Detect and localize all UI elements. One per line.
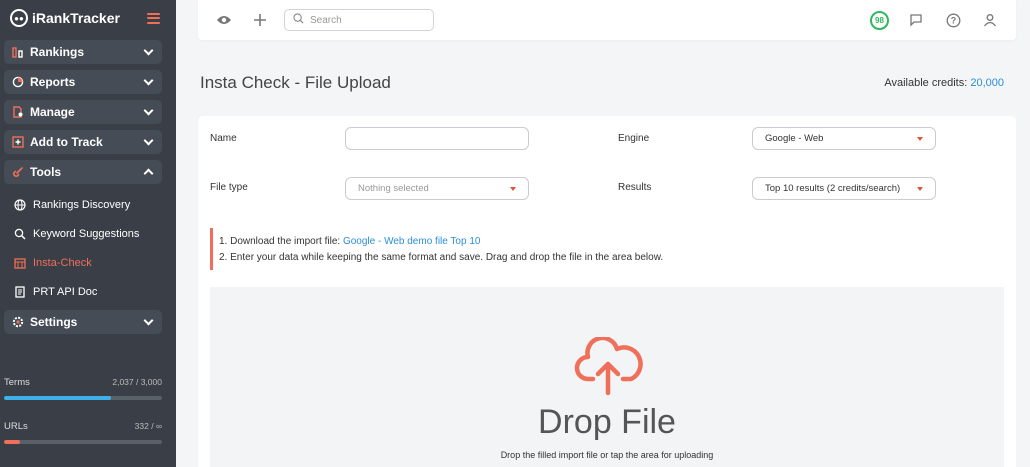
- cloud-upload-icon: [574, 337, 643, 396]
- wrench-icon: [12, 166, 24, 178]
- chevron-down-icon: [143, 75, 154, 85]
- sidebar-group-label: Manage: [30, 105, 75, 119]
- sidebar-header: ●● iRankTracker: [0, 0, 176, 36]
- engine-selected-value: Google - Web: [765, 133, 824, 144]
- urls-value: 332 / ∞: [134, 421, 162, 431]
- name-input[interactable]: [345, 127, 529, 150]
- svg-text:?: ?: [950, 15, 956, 25]
- sidebar-item-rankings-discovery[interactable]: Rankings Discovery: [0, 190, 176, 219]
- sidebar-group-reports[interactable]: Reports: [4, 70, 162, 94]
- dropzone-subtitle: Drop the filled import file or tap the a…: [500, 450, 714, 460]
- user-icon[interactable]: [980, 10, 1000, 30]
- results-selected-value: Top 10 results (2 credits/search): [765, 183, 901, 194]
- caret-down-icon: [917, 186, 923, 191]
- brand-name: RankTracker: [35, 10, 120, 26]
- top-bar: 98 ?: [198, 0, 1016, 40]
- api-doc-icon: [14, 285, 26, 298]
- chevron-down-icon: [143, 135, 154, 145]
- search-icon: [293, 13, 304, 27]
- urls-usage: URLs 332 / ∞: [4, 421, 162, 444]
- sidebar-group-label: Add to Track: [30, 135, 103, 149]
- plus-icon[interactable]: [250, 10, 270, 30]
- search-box[interactable]: [284, 9, 434, 31]
- credits-label: Available credits:: [884, 77, 968, 89]
- sidebar: ●● iRankTracker Rankings Reports Manage …: [0, 0, 176, 467]
- sidebar-group-label: Settings: [30, 315, 78, 329]
- bar-chart-icon: [12, 46, 24, 58]
- help-icon[interactable]: ?: [943, 10, 963, 30]
- sidebar-item-prt-api-doc[interactable]: PRT API Doc: [0, 277, 176, 306]
- brand-logo[interactable]: ●● iRankTracker: [10, 9, 120, 27]
- eye-icon[interactable]: [214, 10, 234, 30]
- caret-down-icon: [917, 136, 923, 141]
- sidebar-group-label: Tools: [30, 165, 62, 179]
- file-type-label: File type: [210, 182, 248, 193]
- gear-icon: [12, 316, 24, 328]
- terms-value: 2,037 / 3,000: [112, 377, 162, 387]
- sidebar-item-label: Insta-Check: [33, 256, 92, 269]
- chevron-down-icon: [143, 105, 154, 115]
- magnifier-icon: [14, 228, 26, 240]
- file-settings-icon: [12, 106, 24, 118]
- sidebar-group-rankings[interactable]: Rankings: [4, 40, 162, 64]
- chevron-down-icon: [143, 315, 154, 325]
- sidebar-group-manage[interactable]: Manage: [4, 100, 162, 124]
- engine-select[interactable]: Google - Web: [752, 127, 936, 150]
- chevron-up-icon: [143, 168, 154, 179]
- terms-progress-bar: [4, 396, 162, 400]
- plus-square-icon: [12, 136, 24, 148]
- upload-form-card: Name Engine Google - Web File type Nothi…: [198, 116, 1016, 467]
- hamburger-menu-icon[interactable]: [147, 12, 160, 24]
- credits-value[interactable]: 20,000: [970, 77, 1004, 89]
- engine-label: Engine: [618, 133, 650, 144]
- instruction-step-1: 1. Download the import file: Google - We…: [219, 236, 481, 247]
- urls-label: URLs: [4, 421, 28, 432]
- demo-file-link[interactable]: Google - Web demo file Top 10: [343, 236, 481, 247]
- terms-label: Terms: [4, 377, 30, 388]
- file-type-select[interactable]: Nothing selected: [345, 177, 529, 200]
- chat-flag-icon[interactable]: [906, 10, 926, 30]
- available-credits: Available credits: 20,000: [884, 77, 1004, 89]
- sidebar-group-label: Reports: [30, 75, 76, 89]
- score-badge[interactable]: 98: [870, 10, 889, 30]
- search-input[interactable]: [310, 14, 420, 26]
- sidebar-group-tools[interactable]: Tools: [4, 160, 162, 184]
- file-dropzone[interactable]: Drop File Drop the filled import file or…: [210, 287, 1004, 467]
- terms-usage: Terms 2,037 / 3,000: [4, 377, 162, 400]
- pie-chart-icon: [12, 76, 24, 88]
- logo-icon: ●●: [10, 9, 28, 27]
- name-label: Name: [210, 133, 237, 144]
- sidebar-group-label: Rankings: [30, 45, 85, 59]
- results-label: Results: [618, 182, 652, 193]
- sidebar-item-label: Rankings Discovery: [33, 198, 131, 211]
- sidebar-item-insta-check[interactable]: Insta-Check: [0, 248, 176, 277]
- import-instructions: 1. Download the import file: Google - We…: [210, 228, 663, 270]
- sidebar-group-add-to-track[interactable]: Add to Track: [4, 130, 162, 154]
- sidebar-item-label: Keyword Suggestions: [33, 227, 140, 240]
- sidebar-item-keyword-suggestions[interactable]: Keyword Suggestions: [0, 219, 176, 248]
- sidebar-group-settings[interactable]: Settings: [4, 310, 162, 334]
- sidebar-item-label: PRT API Doc: [33, 285, 98, 298]
- dropzone-title: Drop File: [538, 403, 676, 441]
- file-type-selected-value: Nothing selected: [358, 183, 429, 194]
- page-title: Insta Check - File Upload: [200, 73, 391, 92]
- chevron-down-icon: [143, 45, 154, 55]
- instruction-step-2: 2. Enter your data while keeping the sam…: [219, 252, 664, 263]
- sidebar-menu: Rankings Reports Manage Add to Track Too…: [0, 40, 176, 334]
- calendar-icon: [14, 257, 26, 269]
- caret-down-icon: [510, 186, 516, 191]
- results-select[interactable]: Top 10 results (2 credits/search): [752, 177, 936, 200]
- urls-progress-bar: [4, 440, 162, 444]
- globe-icon: [14, 198, 26, 211]
